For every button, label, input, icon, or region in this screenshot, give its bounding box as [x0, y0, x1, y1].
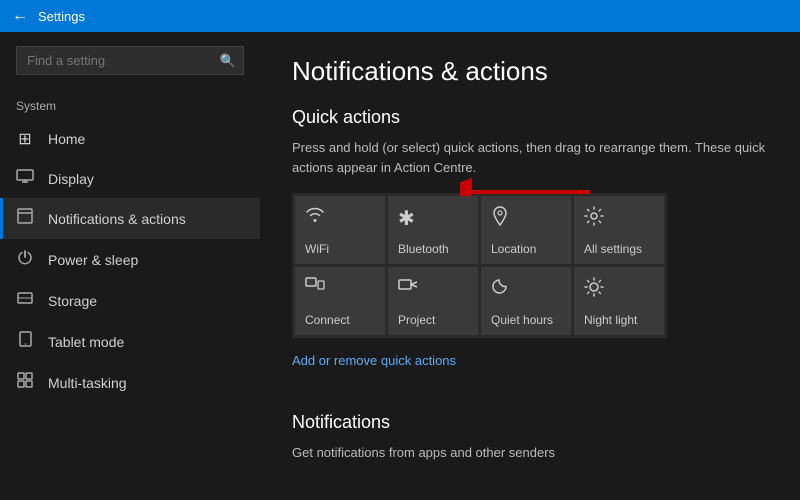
quick-actions-grid: WiFi ✱ Bluetooth Location [292, 193, 667, 338]
qa-nightlight-label: Night light [584, 313, 637, 327]
multitasking-icon [16, 372, 34, 393]
sidebar-item-power-label: Power & sleep [48, 252, 138, 268]
night-light-icon [584, 277, 604, 302]
qa-allsettings-label: All settings [584, 242, 642, 256]
sidebar-item-multitasking-label: Multi-tasking [48, 375, 127, 391]
notifications-icon [16, 208, 34, 229]
qa-tile-quiet[interactable]: Quiet hours [481, 267, 571, 335]
sidebar-item-display-label: Display [48, 171, 94, 187]
quick-actions-desc: Press and hold (or select) quick actions… [292, 138, 768, 177]
sidebar-item-tablet-label: Tablet mode [48, 334, 124, 350]
tablet-icon [16, 331, 34, 352]
title-bar: ← Settings [0, 0, 800, 32]
qa-tile-wifi[interactable]: WiFi [295, 196, 385, 264]
back-button[interactable]: ← [12, 8, 28, 24]
quick-actions-title: Quick actions [292, 107, 768, 128]
sidebar-item-notifications-label: Notifications & actions [48, 211, 186, 227]
qa-bluetooth-label: Bluetooth [398, 242, 449, 256]
qa-tile-connect[interactable]: Connect [295, 267, 385, 335]
sidebar: 🔍 System ⊞ Home Display [0, 32, 260, 500]
quiet-hours-icon [491, 277, 509, 300]
sidebar-item-power[interactable]: Power & sleep [0, 239, 260, 280]
sidebar-item-home-label: Home [48, 131, 85, 147]
search-input[interactable] [16, 46, 244, 75]
qa-project-label: Project [398, 313, 435, 327]
qa-wifi-label: WiFi [305, 242, 329, 256]
qa-connect-label: Connect [305, 313, 350, 327]
sidebar-item-storage[interactable]: Storage [0, 280, 260, 321]
sidebar-item-home[interactable]: ⊞ Home [0, 119, 260, 159]
sidebar-item-display[interactable]: Display [0, 159, 260, 198]
qa-tile-nightlight[interactable]: Night light [574, 267, 664, 335]
notifications-section: Notifications Get notifications from app… [292, 412, 768, 463]
qa-tile-project[interactable]: Project [388, 267, 478, 335]
qa-location-label: Location [491, 242, 536, 256]
sidebar-item-tablet[interactable]: Tablet mode [0, 321, 260, 362]
main-layout: 🔍 System ⊞ Home Display [0, 32, 800, 500]
connect-icon [305, 277, 325, 298]
home-icon: ⊞ [16, 129, 34, 149]
sidebar-item-storage-label: Storage [48, 293, 97, 309]
qa-tile-bluetooth[interactable]: ✱ Bluetooth [388, 196, 478, 264]
title-bar-title: Settings [38, 9, 85, 24]
project-icon [398, 277, 418, 298]
display-icon [16, 169, 34, 188]
qa-quiet-label: Quiet hours [491, 313, 553, 327]
bluetooth-icon: ✱ [398, 206, 415, 231]
location-icon [491, 206, 509, 231]
content-area: Notifications & actions Quick actions Pr… [260, 32, 800, 500]
add-remove-link[interactable]: Add or remove quick actions [292, 353, 456, 368]
search-icon: 🔍 [220, 53, 236, 69]
sidebar-item-notifications[interactable]: Notifications & actions [0, 198, 260, 239]
sidebar-item-multitasking[interactable]: Multi-tasking [0, 362, 260, 403]
allsettings-icon [584, 206, 604, 231]
notifications-desc: Get notifications from apps and other se… [292, 443, 768, 463]
notifications-title: Notifications [292, 412, 768, 433]
wifi-icon [305, 206, 325, 227]
qa-tile-location[interactable]: Location [481, 196, 571, 264]
qa-tile-allsettings[interactable]: All settings [574, 196, 664, 264]
page-title: Notifications & actions [292, 56, 768, 87]
power-icon [16, 249, 34, 270]
storage-icon [16, 290, 34, 311]
sidebar-section-label: System [0, 89, 260, 119]
sidebar-search-container: 🔍 [0, 32, 260, 89]
